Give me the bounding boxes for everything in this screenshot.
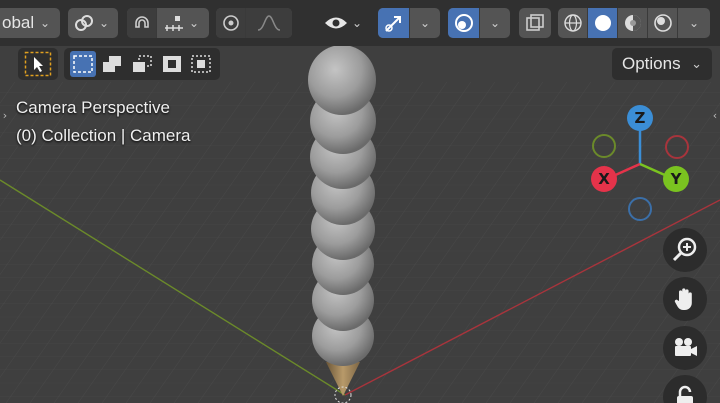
select-box-tool-icon bbox=[24, 51, 52, 77]
lock-icon bbox=[677, 385, 693, 403]
overlay-toggle[interactable] bbox=[448, 8, 480, 38]
gizmo-group: ⌄ bbox=[378, 8, 440, 38]
xray-toggle[interactable] bbox=[519, 8, 551, 38]
sidebar-expand-arrow[interactable]: ‹ bbox=[710, 100, 720, 130]
shading-wireframe[interactable] bbox=[558, 8, 588, 38]
zoom-icon bbox=[672, 237, 697, 262]
snap-increment-icon bbox=[164, 16, 183, 31]
select-set-icon bbox=[73, 55, 93, 73]
select-mode-group bbox=[64, 48, 220, 80]
shading-solid[interactable] bbox=[588, 8, 618, 38]
pan-hand-icon bbox=[674, 288, 692, 311]
select-intersect-icon bbox=[191, 55, 211, 73]
gizmo-dropdown[interactable]: ⌄ bbox=[410, 8, 440, 38]
chevron-down-icon: ⌄ bbox=[98, 16, 110, 30]
material-preview-icon bbox=[624, 15, 641, 31]
snap-magnet-icon bbox=[134, 16, 149, 28]
overlay-group: ⌄ bbox=[448, 8, 510, 38]
navigation-gizmo[interactable]: Z X Y bbox=[585, 100, 695, 225]
toolbar-expand-arrow[interactable]: › bbox=[0, 100, 10, 130]
select-invert-icon bbox=[162, 56, 181, 72]
active-tool-box[interactable] bbox=[18, 48, 58, 80]
tool-settings-row: Options ⌄ bbox=[0, 46, 720, 82]
gizmo-arrow-icon bbox=[384, 16, 401, 32]
gizmo-neg-z-ball[interactable] bbox=[628, 197, 652, 221]
pivot-link-icon bbox=[74, 15, 93, 31]
camera-view-icon bbox=[675, 338, 697, 356]
chevron-down-icon: ⌄ bbox=[419, 16, 431, 30]
chevron-down-icon: ⌄ bbox=[39, 16, 50, 30]
chevron-down-icon: ⌄ bbox=[688, 16, 700, 30]
snap-target-dropdown[interactable]: ⌄ bbox=[157, 8, 209, 38]
overlay-icon bbox=[454, 14, 473, 32]
pan-button[interactable] bbox=[663, 277, 707, 321]
proportional-edit-group bbox=[216, 8, 292, 38]
orientation-label: obal bbox=[2, 13, 35, 32]
select-mode-subtract[interactable] bbox=[129, 51, 155, 77]
solid-sphere-icon bbox=[594, 15, 611, 31]
chevron-down-icon: ⌄ bbox=[188, 16, 200, 30]
select-mode-set[interactable] bbox=[70, 51, 96, 77]
rendered-sphere-icon bbox=[653, 14, 672, 32]
snap-group: ⌄ bbox=[127, 8, 209, 38]
proportional-edit-toggle[interactable] bbox=[216, 8, 246, 38]
options-label: Options bbox=[622, 54, 681, 73]
sphere-stack[interactable] bbox=[308, 45, 376, 396]
gizmo-neg-y-ball[interactable] bbox=[592, 134, 616, 158]
xray-toggle-icon bbox=[526, 14, 544, 31]
viewport-header: obal ⌄ ⌄ ⌄ ⌄ ⌄ ⌄ ⌄ bbox=[0, 0, 720, 46]
view-name-text: Camera Perspective bbox=[16, 98, 171, 117]
select-mode-extend[interactable] bbox=[100, 51, 126, 77]
select-mode-intersect[interactable] bbox=[188, 51, 214, 77]
snap-toggle[interactable] bbox=[127, 8, 157, 38]
z-axis-label: Z bbox=[634, 109, 646, 127]
options-dropdown[interactable]: Options ⌄ bbox=[612, 48, 712, 80]
select-mode-invert[interactable] bbox=[159, 51, 185, 77]
chevron-down-icon: ⌄ bbox=[489, 16, 501, 30]
proportional-edit-icon bbox=[222, 15, 239, 31]
shading-dropdown[interactable]: ⌄ bbox=[678, 8, 710, 38]
shading-mode-group: ⌄ bbox=[558, 8, 710, 38]
transform-orientation-dropdown[interactable]: obal ⌄ bbox=[0, 8, 60, 38]
wireframe-sphere-icon bbox=[563, 14, 582, 32]
y-axis-label: Y bbox=[670, 170, 682, 188]
camera-view-button[interactable] bbox=[663, 326, 707, 370]
visibility-dropdown[interactable]: ⌄ bbox=[321, 8, 369, 38]
falloff-curve-icon bbox=[257, 15, 281, 31]
shading-material[interactable] bbox=[618, 8, 648, 38]
select-subtract-icon bbox=[132, 55, 152, 72]
gizmo-z-ball[interactable]: Z bbox=[627, 105, 653, 131]
overlay-dropdown[interactable]: ⌄ bbox=[480, 8, 510, 38]
shading-rendered[interactable] bbox=[648, 8, 678, 38]
x-axis-label: X bbox=[598, 170, 610, 188]
gizmo-x-ball[interactable]: X bbox=[591, 166, 617, 192]
collection-text: (0) Collection | Camera bbox=[16, 126, 191, 145]
pivot-point-dropdown[interactable]: ⌄ bbox=[68, 8, 118, 38]
chevron-down-icon: ⌄ bbox=[351, 16, 363, 30]
select-extend-icon bbox=[103, 56, 122, 72]
eye-icon bbox=[324, 17, 347, 29]
3d-viewport[interactable]: obal ⌄ ⌄ ⌄ ⌄ ⌄ ⌄ ⌄ Options ⌄ › ‹ Camera … bbox=[0, 0, 720, 403]
zoom-button[interactable] bbox=[663, 228, 707, 272]
gizmo-toggle[interactable] bbox=[378, 8, 410, 38]
falloff-dropdown[interactable] bbox=[246, 8, 292, 38]
gizmo-y-ball[interactable]: Y bbox=[663, 166, 689, 192]
gizmo-neg-x-ball[interactable] bbox=[665, 135, 689, 159]
chevron-down-icon: ⌄ bbox=[691, 56, 702, 71]
